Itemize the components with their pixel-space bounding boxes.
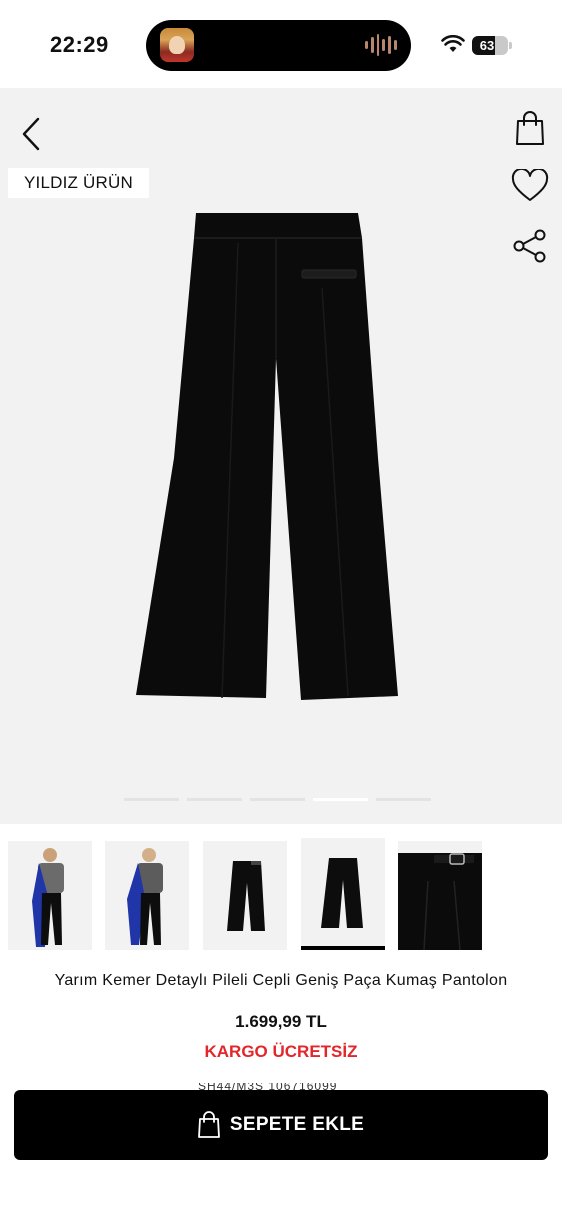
pagination-dot-3[interactable]	[250, 798, 305, 801]
star-product-badge: YILDIZ ÜRÜN	[8, 168, 149, 198]
thumbnail-3[interactable]	[203, 841, 287, 950]
pagination-dot-4[interactable]	[313, 798, 368, 801]
product-detail-page: 22:29 63 YILDIZ ÜRÜN Yarım Kemer Detaylı…	[0, 0, 562, 1221]
battery-indicator: 63	[472, 36, 508, 55]
pagination-dot-1[interactable]	[124, 798, 179, 801]
shopping-bag-icon	[197, 1111, 220, 1138]
shopping-bag-icon	[516, 111, 544, 145]
status-bar: 22:29 63	[0, 0, 562, 88]
thumbnail-4-selected[interactable]	[301, 838, 385, 950]
thumbnail-detail-image	[398, 853, 482, 950]
product-image-gallery[interactable]: YILDIZ ÜRÜN	[0, 88, 562, 824]
audio-waveform-icon	[365, 33, 397, 57]
share-icon	[513, 229, 546, 263]
cart-button[interactable]	[508, 106, 552, 150]
heart-icon	[511, 169, 549, 201]
product-title: Yarım Kemer Detaylı Pileli Cepli Geniş P…	[54, 972, 508, 989]
back-button[interactable]	[14, 114, 48, 154]
favorite-button[interactable]	[508, 164, 552, 208]
add-to-cart-button[interactable]: SEPETE EKLE	[14, 1090, 548, 1160]
dynamic-island[interactable]	[146, 20, 411, 71]
wifi-icon	[441, 35, 465, 52]
thumbnail-pants-image	[227, 861, 265, 931]
image-pagination[interactable]	[124, 798, 431, 801]
thumbnail-2[interactable]	[105, 841, 189, 950]
share-button[interactable]	[508, 224, 552, 268]
chevron-left-icon	[22, 117, 40, 151]
add-to-cart-label: SEPETE EKLE	[229, 1114, 365, 1135]
pagination-dot-2[interactable]	[187, 798, 242, 801]
product-price: 1.699,99 TL	[235, 1012, 327, 1031]
battery-cap	[509, 42, 512, 49]
thumbnail-model-image	[32, 848, 64, 947]
thumbnail-strip[interactable]	[0, 838, 562, 954]
thumbnail-5[interactable]	[398, 841, 482, 950]
thumbnail-model-image	[127, 848, 163, 945]
free-shipping-label: KARGO ÜCRETSİZ	[204, 1042, 358, 1061]
status-time: 22:29	[50, 32, 109, 57]
pagination-dot-5[interactable]	[376, 798, 431, 801]
battery-percent: 63	[479, 38, 495, 53]
now-playing-artwork	[160, 28, 194, 62]
thumbnail-1[interactable]	[8, 841, 92, 950]
product-image	[136, 213, 398, 700]
thumbnail-pants-image	[321, 858, 363, 928]
